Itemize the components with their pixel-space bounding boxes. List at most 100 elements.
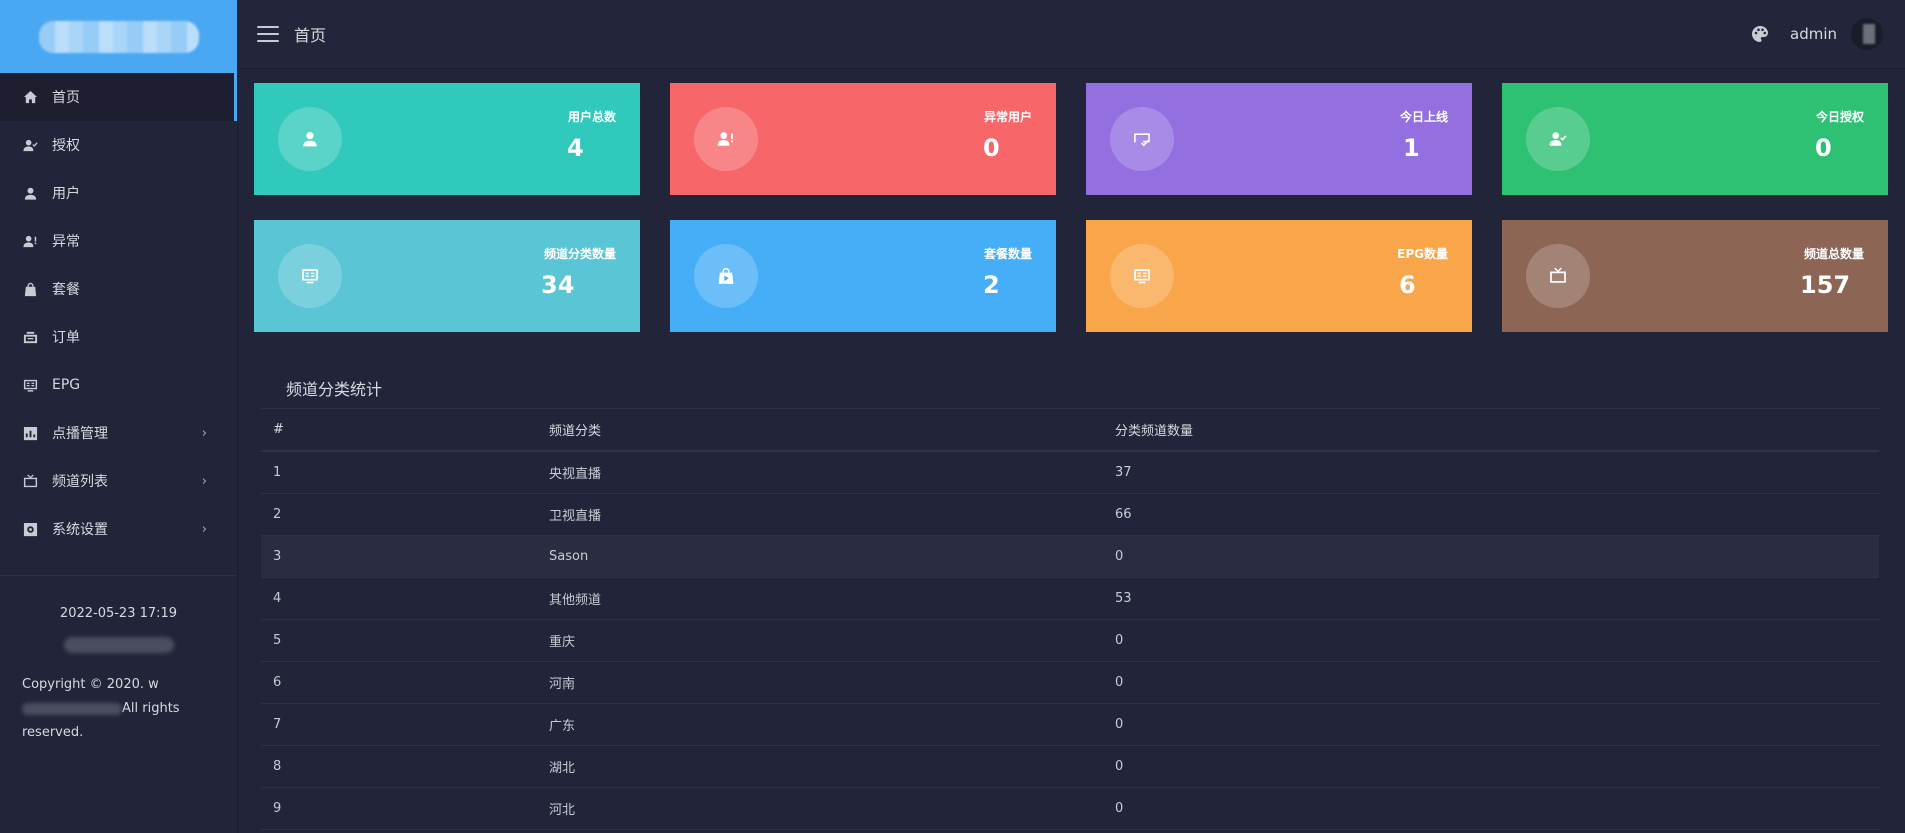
sidebar-item-channel-list[interactable]: 频道列表 › <box>0 457 237 505</box>
stat-card-epg[interactable]: EPG数量 6 <box>1086 220 1472 332</box>
sidebar-item-vod-management[interactable]: 点播管理 › <box>0 409 237 457</box>
tv-icon <box>1526 244 1590 308</box>
stat-card-label: 用户总数 <box>567 110 616 124</box>
stat-card-abnormal-users[interactable]: 异常用户 0 <box>670 83 1056 195</box>
redacted-text <box>63 637 174 653</box>
cell-index: 7 <box>261 703 549 746</box>
cell-category: 河北 <box>549 787 1115 830</box>
cell-category: 河南 <box>549 661 1115 704</box>
stat-card-channel-categories[interactable]: 频道分类数量 34 <box>254 220 640 332</box>
cell-count: 0 <box>1115 661 1879 704</box>
stat-card-value: 0 <box>983 134 1000 162</box>
hamburger-icon <box>257 26 279 28</box>
avatar[interactable] <box>1851 18 1883 50</box>
home-icon <box>22 89 38 105</box>
table-row: 6 河南 0 <box>261 661 1879 704</box>
copyright-line-1: Copyright © 2020. w <box>22 677 159 692</box>
table-row: 3 Sason 0 <box>261 535 1879 578</box>
sidebar-item-orders[interactable]: 订单 <box>0 313 237 361</box>
sidebar-item-abnormal[interactable]: 异常 <box>0 217 237 265</box>
sidebar-item-label: 套餐 <box>52 282 80 298</box>
cell-index: 8 <box>261 745 549 788</box>
stat-card-label: 异常用户 <box>983 110 1032 124</box>
sidebar-item-label: 频道列表 <box>52 474 108 490</box>
stat-card-total-users[interactable]: 用户总数 4 <box>254 83 640 195</box>
stat-card-label: 今日上线 <box>1399 110 1448 124</box>
cell-index: 9 <box>261 787 549 830</box>
cell-count: 0 <box>1115 619 1879 662</box>
sidebar-item-epg[interactable]: EPG <box>0 361 237 409</box>
epg-icon <box>22 377 38 393</box>
table-row: 4 其他频道 53 <box>261 577 1879 620</box>
user-icon <box>278 107 342 171</box>
chart-icon <box>22 425 38 441</box>
cell-count: 66 <box>1115 493 1879 536</box>
cell-count: 0 <box>1115 787 1879 830</box>
stat-card-value: 157 <box>1800 271 1851 299</box>
sidebar-item-label: 订单 <box>52 330 80 346</box>
sidebar: 首页 授权 用户 异常 套餐 订单 EPG 点播管理 › 频道列表 › 系统设置… <box>0 0 238 833</box>
sidebar-item-label: 系统设置 <box>52 522 108 538</box>
stat-card-label: 套餐数量 <box>983 247 1032 261</box>
stat-card-value: 0 <box>1815 134 1832 162</box>
chevron-right-icon: › <box>201 425 207 441</box>
stat-card-authorized-today[interactable]: 今日授权 0 <box>1502 83 1888 195</box>
stat-card-value: 34 <box>541 271 575 299</box>
cell-count: 0 <box>1115 535 1879 578</box>
panel-title: 频道分类统计 <box>286 380 383 399</box>
sidebar-item-label: 用户 <box>52 186 80 202</box>
user-check-icon <box>22 137 38 153</box>
stat-card-online-today[interactable]: 今日上线 1 <box>1086 83 1472 195</box>
stats-table: # 频道分类 分类频道数量 1 央视直播 37 2 卫视直播 66 3 Saso… <box>261 408 1879 830</box>
logo-image <box>38 20 199 53</box>
sidebar-item-system-settings[interactable]: 系统设置 › <box>0 505 237 553</box>
order-icon <box>22 329 38 345</box>
cell-index: 4 <box>261 577 549 620</box>
settings-icon <box>22 521 38 537</box>
user-icon <box>22 185 38 201</box>
palette-icon[interactable] <box>1750 24 1770 44</box>
epg-icon <box>278 244 342 308</box>
cell-category: 重庆 <box>549 619 1115 662</box>
sidebar-item-label: 点播管理 <box>52 426 108 442</box>
user-name[interactable]: admin <box>1790 25 1837 43</box>
cell-index: 2 <box>261 493 549 536</box>
cell-count: 0 <box>1115 745 1879 788</box>
stat-card-packages[interactable]: 套餐数量 2 <box>670 220 1056 332</box>
cell-index: 3 <box>261 535 549 578</box>
sidebar-item-label: 首页 <box>52 90 80 106</box>
sidebar-item-authorize[interactable]: 授权 <box>0 121 237 169</box>
table-row: 2 卫视直播 66 <box>261 493 1879 536</box>
page-title: 首页 <box>294 26 327 45</box>
cell-index: 5 <box>261 619 549 662</box>
sidebar-item-home[interactable]: 首页 <box>0 73 237 121</box>
stat-card-total-channels[interactable]: 频道总数量 157 <box>1502 220 1888 332</box>
table-row: 7 广东 0 <box>261 703 1879 746</box>
stat-card-label: 今日授权 <box>1815 110 1864 124</box>
table-row: 8 湖北 0 <box>261 745 1879 788</box>
stat-card-value: 1 <box>1403 134 1420 162</box>
column-header-count: 分类频道数量 <box>1115 408 1879 452</box>
copyright-line-2: All rights <box>22 697 215 721</box>
cell-category: 卫视直播 <box>549 493 1115 536</box>
epg-icon <box>1110 244 1174 308</box>
bag-play-icon <box>694 244 758 308</box>
sidebar-item-users[interactable]: 用户 <box>0 169 237 217</box>
cell-category: 央视直播 <box>549 451 1115 494</box>
main-content: 用户总数 4 异常用户 0 今日上线 1 今日授权 0 频道分类数量 34 套餐… <box>239 70 1905 833</box>
menu-toggle-button[interactable] <box>257 26 279 42</box>
cell-index: 6 <box>261 661 549 704</box>
table-row: 5 重庆 0 <box>261 619 1879 662</box>
sidebar-item-label: 异常 <box>52 234 80 250</box>
chevron-right-icon: › <box>201 521 207 537</box>
column-header-index: # <box>261 408 549 452</box>
copyright: Copyright © 2020. w All rights reserved. <box>0 653 237 745</box>
table-header-row: # 频道分类 分类频道数量 <box>261 408 1879 452</box>
table-row: 1 央视直播 37 <box>261 451 1879 494</box>
redacted-text <box>22 702 122 715</box>
sidebar-item-package[interactable]: 套餐 <box>0 265 237 313</box>
logo[interactable] <box>0 0 237 73</box>
cell-count: 0 <box>1115 703 1879 746</box>
cell-category: 湖北 <box>549 745 1115 788</box>
cell-count: 37 <box>1115 451 1879 494</box>
